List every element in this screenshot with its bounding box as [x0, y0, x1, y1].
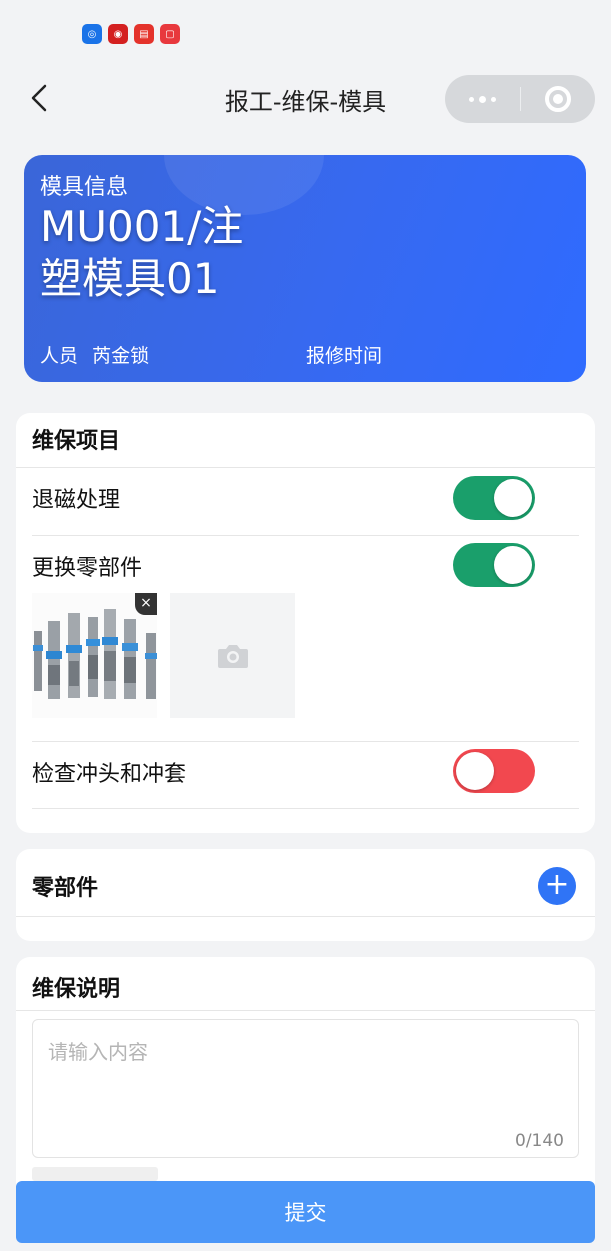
- char-counter: 0/140: [515, 1131, 564, 1151]
- mold-code: MU001/注 塑模具01: [40, 201, 340, 305]
- status-notification-icons: ◎ ◉ ▤ ▢: [82, 24, 180, 44]
- weibo-app-icon: ◉: [108, 24, 128, 44]
- navigation-bar: 报工-维保-模具: [0, 70, 611, 126]
- section-divider: [16, 916, 595, 917]
- photo-upload-button[interactable]: [170, 593, 295, 718]
- toggle-check-punch[interactable]: [453, 749, 535, 793]
- row-divider: [32, 808, 579, 809]
- parts-title: 零部件: [32, 876, 99, 901]
- mini-program-capsule: [445, 75, 595, 123]
- capsule-divider: [520, 87, 521, 111]
- person-name: 芮金锁: [92, 345, 150, 367]
- more-menu-button[interactable]: [445, 75, 519, 123]
- person-info: 人员 芮金锁: [40, 341, 149, 368]
- submit-button[interactable]: 提交: [16, 1181, 595, 1243]
- toggle-knob: [456, 752, 494, 790]
- repair-time-label: 报修时间: [306, 345, 383, 367]
- more-dots-icon: [468, 96, 474, 102]
- add-part-button[interactable]: +: [538, 867, 576, 905]
- parts-card: 零部件 +: [16, 849, 595, 941]
- mold-info-label: 模具信息: [40, 175, 129, 200]
- plus-icon: +: [544, 867, 570, 902]
- mold-code-line2: 塑模具01: [40, 254, 220, 303]
- browser-app-icon: ◎: [82, 24, 102, 44]
- more-dots-icon-right: [490, 96, 496, 102]
- mail-app-icon: ▢: [160, 24, 180, 44]
- news-app-icon: ▤: [134, 24, 154, 44]
- camera-icon: [217, 644, 248, 668]
- delete-photo-button[interactable]: ×: [135, 593, 157, 615]
- toggle-demagnetize[interactable]: [453, 476, 535, 520]
- row-divider: [32, 741, 579, 742]
- item-label-check-punch: 检查冲头和冲套: [32, 762, 187, 787]
- notes-textarea[interactable]: 请输入内容 0/140: [32, 1019, 579, 1158]
- maintenance-items-card: 维保项目 退磁处理 更换零部件 × 检查冲头和冲套: [16, 413, 595, 833]
- close-mini-program-button[interactable]: [545, 86, 571, 112]
- section-divider: [16, 467, 595, 468]
- uploaded-photo-thumbnail[interactable]: ×: [32, 593, 157, 718]
- section-divider: [16, 1010, 595, 1011]
- partially-hidden-upload-area: [32, 1167, 158, 1181]
- person-label: 人员: [40, 345, 79, 367]
- notes-title: 维保说明: [32, 977, 121, 1002]
- item-label-demagnetize: 退磁处理: [32, 488, 121, 513]
- toggle-replace-parts[interactable]: [453, 543, 535, 587]
- notes-placeholder: 请输入内容: [48, 1040, 148, 1064]
- maintenance-items-title: 维保项目: [32, 429, 121, 454]
- row-divider: [32, 535, 579, 536]
- toggle-knob: [494, 479, 532, 517]
- mold-code-line1: MU001/注: [40, 202, 244, 251]
- mold-info-card: 模具信息 MU001/注 塑模具01 人员 芮金锁 报修时间: [24, 155, 586, 382]
- status-bar: ◎ ◉ ▤ ▢: [0, 0, 611, 70]
- more-dots-icon-center: [478, 95, 486, 103]
- toggle-knob: [494, 546, 532, 584]
- item-label-replace-parts: 更换零部件: [32, 556, 143, 581]
